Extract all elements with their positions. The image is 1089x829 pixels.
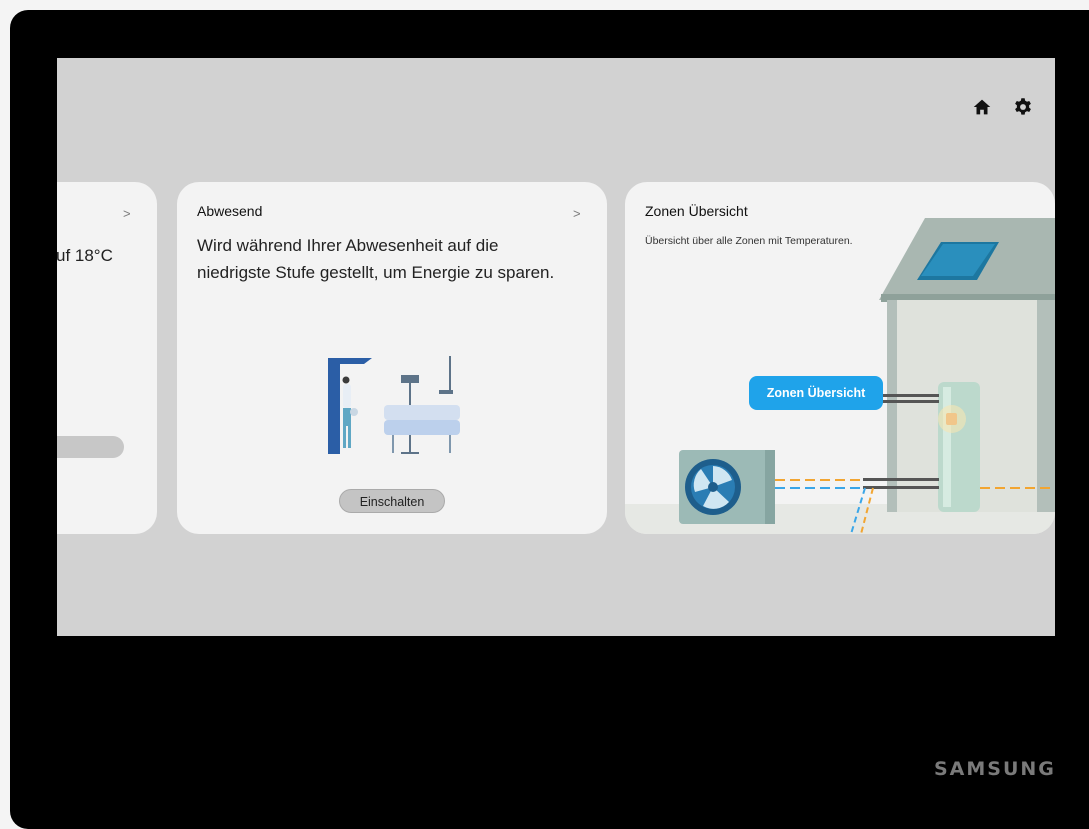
- gear-icon[interactable]: [1012, 96, 1034, 118]
- card-title: Abwesend: [197, 203, 263, 219]
- card-description: Wird während Ihrer Abwesenheit auf die n…: [197, 236, 555, 282]
- chevron-right-icon: >: [573, 206, 581, 221]
- zonen-uebersicht-button[interactable]: Zonen Übersicht: [749, 376, 883, 410]
- home-icon[interactable]: [971, 96, 993, 118]
- brand-logo: SAMSUNG: [934, 758, 1056, 780]
- einschalten-button[interactable]: Einschalten: [339, 489, 445, 513]
- card-subtitle: Übersicht über alle Zonen mit Temperatur…: [645, 235, 853, 247]
- screen: > uf 18°C Abwesend > Wird während Ihrer …: [57, 58, 1055, 636]
- card-zonen-uebersicht[interactable]: Zonen Übersicht Übersicht über alle Zone…: [625, 182, 1055, 534]
- absence-illustration: [328, 356, 460, 454]
- card-title: Zonen Übersicht: [645, 203, 748, 219]
- card-partial[interactable]: > uf 18°C: [57, 182, 157, 534]
- card-partial-text: uf 18°C: [57, 246, 113, 265]
- card-partial-button[interactable]: [57, 436, 124, 458]
- chevron-right-icon: >: [123, 206, 131, 221]
- card-abwesend[interactable]: Abwesend > Wird während Ihrer Abwesenhei…: [177, 182, 607, 534]
